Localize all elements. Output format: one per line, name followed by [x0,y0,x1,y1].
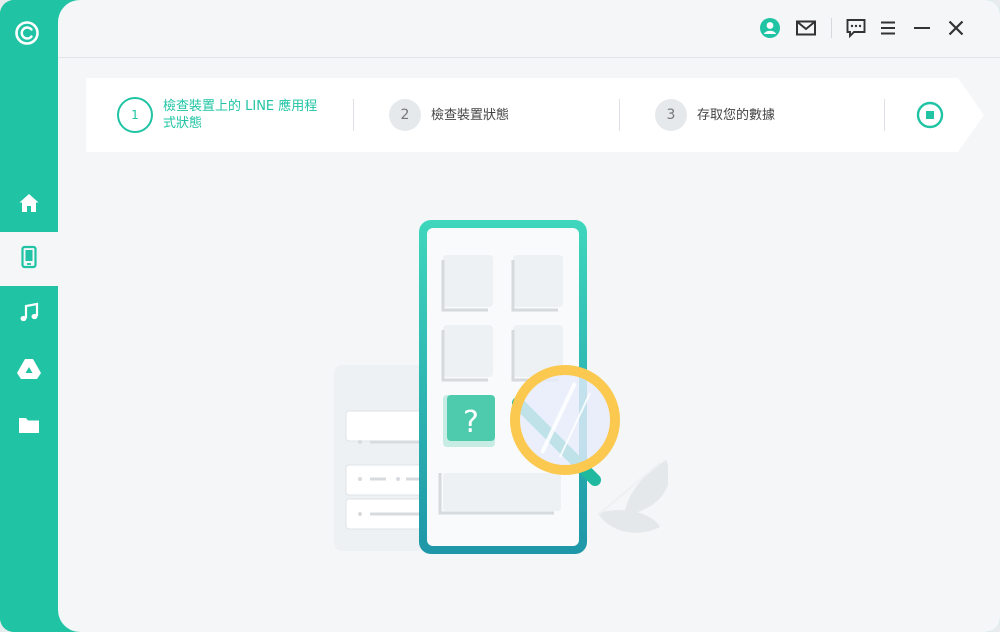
stop-button[interactable] [916,101,944,129]
stop-icon [916,101,944,133]
sidebar [0,0,58,632]
folder-icon [17,413,41,441]
step-2-number: 2 [389,99,421,131]
scanning-illustration: ? [328,215,670,560]
step-1: 1 檢查裝置上的 LINE 應用程式狀態 [117,78,328,152]
sidebar-item-music[interactable] [0,288,58,342]
step-divider [884,99,885,131]
step-2-label: 檢查裝置狀態 [431,107,510,123]
sidebar-item-device[interactable] [0,232,58,286]
sidebar-item-home[interactable] [0,178,58,232]
sidebar-item-folder[interactable] [0,400,58,454]
sidebar-item-drive[interactable] [0,344,58,398]
google-drive-icon [16,357,42,385]
step-1-label: 檢查裝置上的 LINE 應用程式狀態 [163,99,318,131]
step-divider [353,99,354,131]
titlebar-divider [831,18,832,38]
music-note-icon [17,301,41,329]
phone-icon [17,245,41,273]
progress-steps: 1 檢查裝置上的 LINE 應用程式狀態 2 檢查裝置狀態 3 存取您的數據 [86,78,984,152]
home-icon [17,191,41,219]
step-3-label: 存取您的數據 [697,107,776,123]
step-3: 3 存取您的數據 [655,78,775,152]
close-icon[interactable] [944,16,968,40]
minimize-icon[interactable] [910,16,934,40]
step-1-number: 1 [117,97,153,133]
app-window: 1 檢查裝置上的 LINE 應用程式狀態 2 檢查裝置狀態 3 存取您的數據 ? [0,0,1000,632]
app-logo-icon [14,20,40,46]
step-divider [619,99,620,131]
feedback-icon[interactable] [844,16,868,40]
question-mark-text: ? [463,405,479,440]
user-icon[interactable] [758,16,782,40]
mail-icon[interactable] [794,16,818,40]
step-3-number: 3 [655,99,687,131]
title-bar [58,0,1000,58]
main-panel: 1 檢查裝置上的 LINE 應用程式狀態 2 檢查裝置狀態 3 存取您的數據 ? [58,0,1000,632]
menu-icon[interactable] [876,16,900,40]
step-2: 2 檢查裝置狀態 [389,78,509,152]
